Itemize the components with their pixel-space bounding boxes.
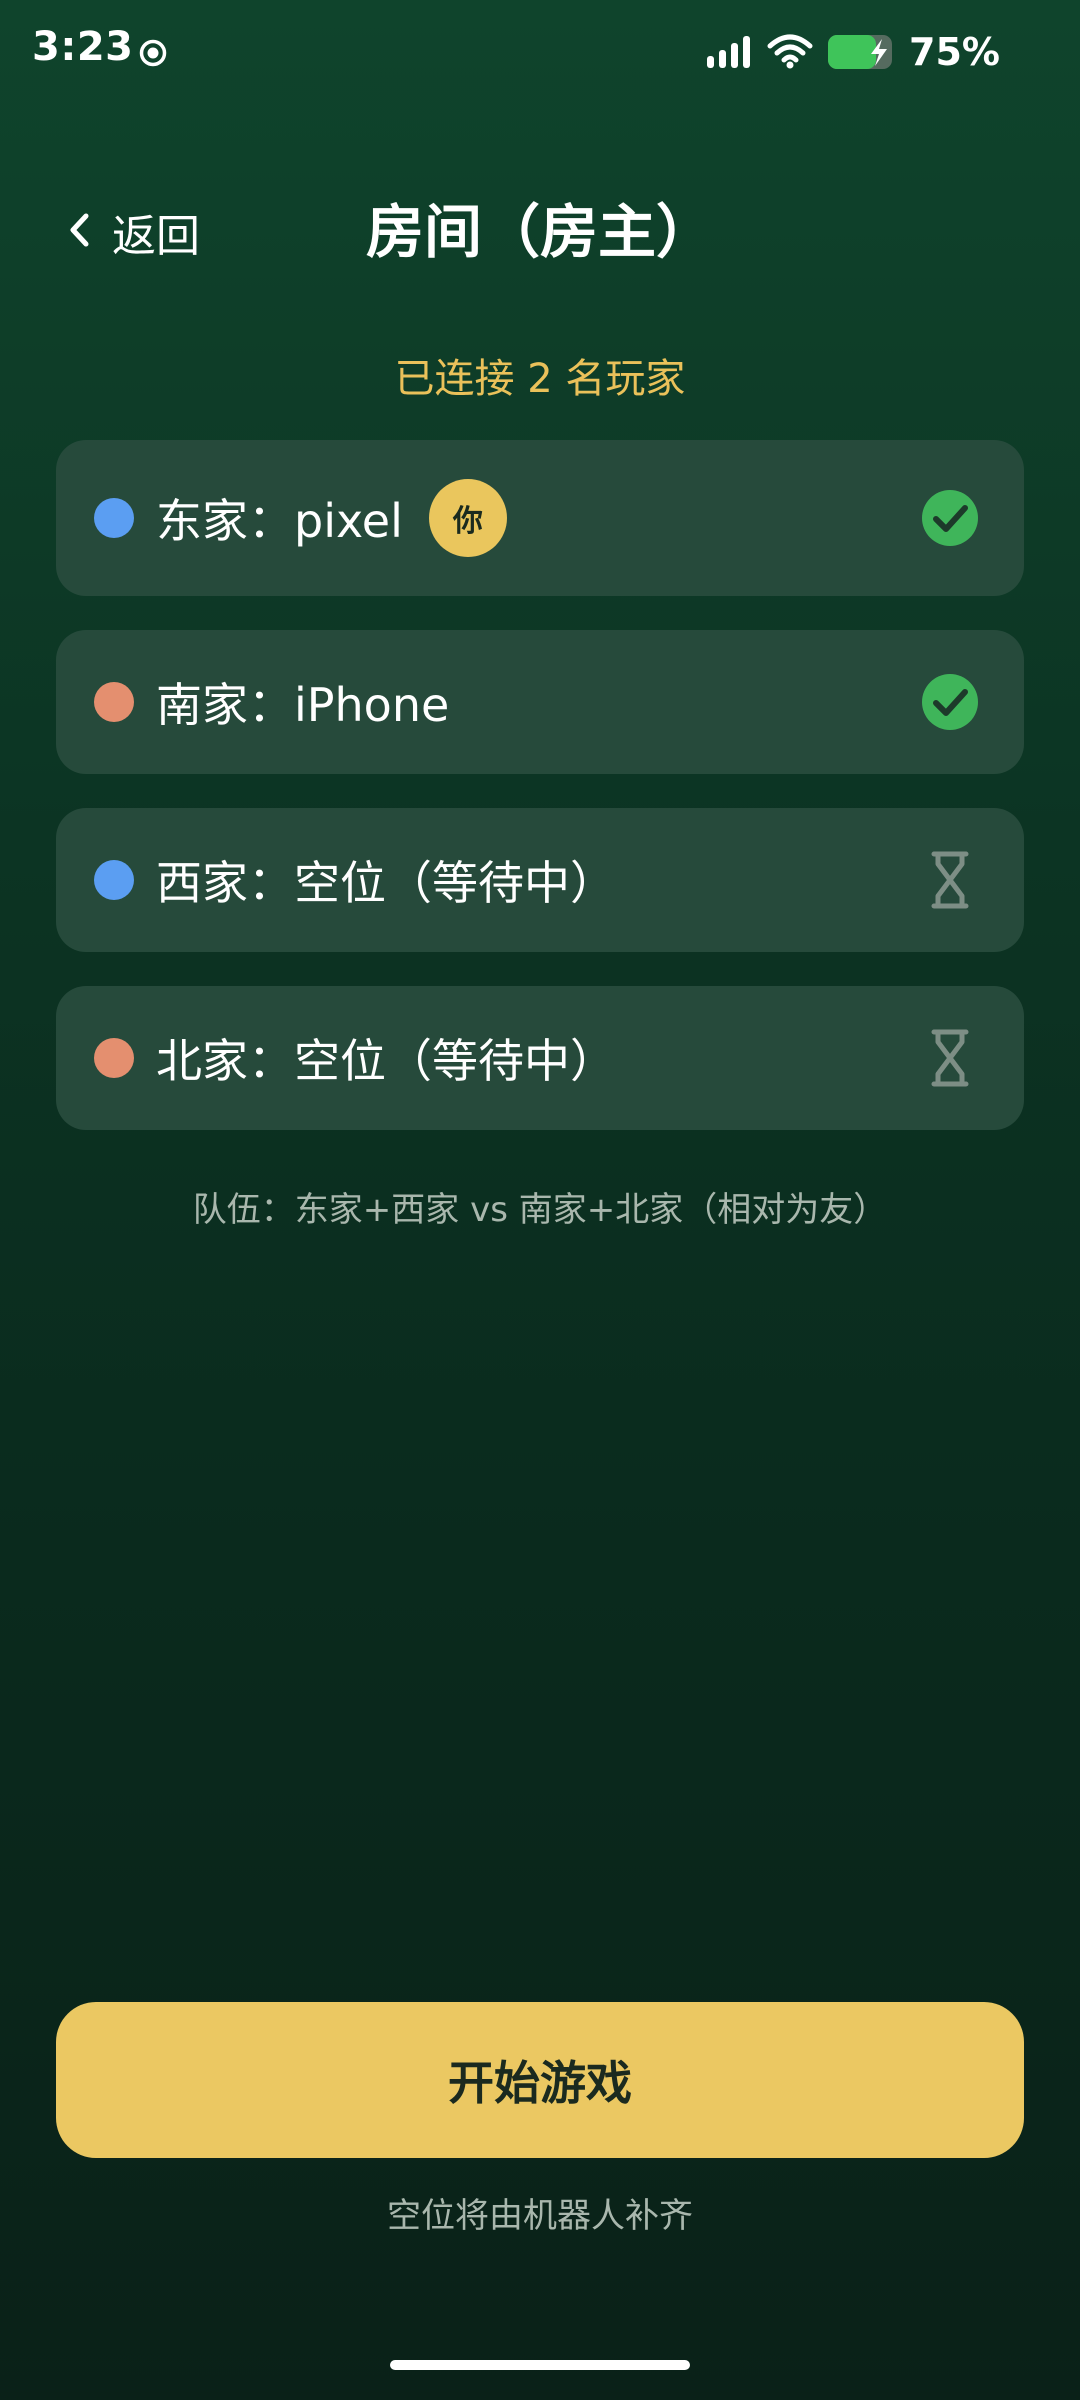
- team-dot: [94, 682, 134, 722]
- you-badge: 你: [428, 479, 507, 557]
- team-dot: [94, 860, 134, 900]
- check-circle-icon: [920, 672, 980, 732]
- bot-fill-hint: 空位将由机器人补齐: [387, 2196, 693, 2236]
- battery-percent: 75%: [909, 30, 1000, 74]
- hourglass-icon: [920, 850, 980, 910]
- player-name: 西家：空位（等待中）: [156, 856, 616, 910]
- signal-icon: [705, 34, 753, 70]
- start-game-label: 开始游戏: [448, 2056, 632, 2110]
- home-indicator[interactable]: [390, 2360, 690, 2370]
- connected-players-count: 已连接 2 名玩家: [394, 356, 686, 402]
- team-info: 队伍：东家+西家 vs 南家+北家（相对为友）: [192, 1190, 888, 1230]
- player-name: 东家：pixel: [156, 494, 403, 548]
- player-card-south: 南家：iPhone: [56, 630, 1024, 774]
- battery-charging-icon: [827, 33, 897, 71]
- player-card-west: 西家：空位（等待中）: [56, 808, 1024, 952]
- hourglass-icon: [920, 1028, 980, 1088]
- player-card-east: 东家：pixel 你: [56, 440, 1024, 596]
- team-dot: [94, 498, 134, 538]
- status-icons: 75%: [705, 30, 1000, 74]
- player-card-north: 北家：空位（等待中）: [56, 986, 1024, 1130]
- start-game-button[interactable]: 开始游戏: [56, 2002, 1024, 2158]
- wifi-icon: [767, 34, 813, 70]
- record-icon: [138, 38, 168, 68]
- header: 返回 房间（房主）: [0, 190, 1080, 274]
- team-dot: [94, 1038, 134, 1078]
- player-name: 北家：空位（等待中）: [156, 1034, 616, 1088]
- player-name: 南家：iPhone: [156, 678, 450, 732]
- status-time: 3:23: [32, 24, 134, 70]
- player-list: 东家：pixel 你 南家：iPhone 西家：空位（等待中） 北家：空位（等待…: [56, 440, 1024, 1164]
- page-title: 房间（房主）: [365, 198, 714, 266]
- check-circle-icon: [920, 488, 980, 548]
- status-bar: 3:23 75%: [0, 0, 1080, 104]
